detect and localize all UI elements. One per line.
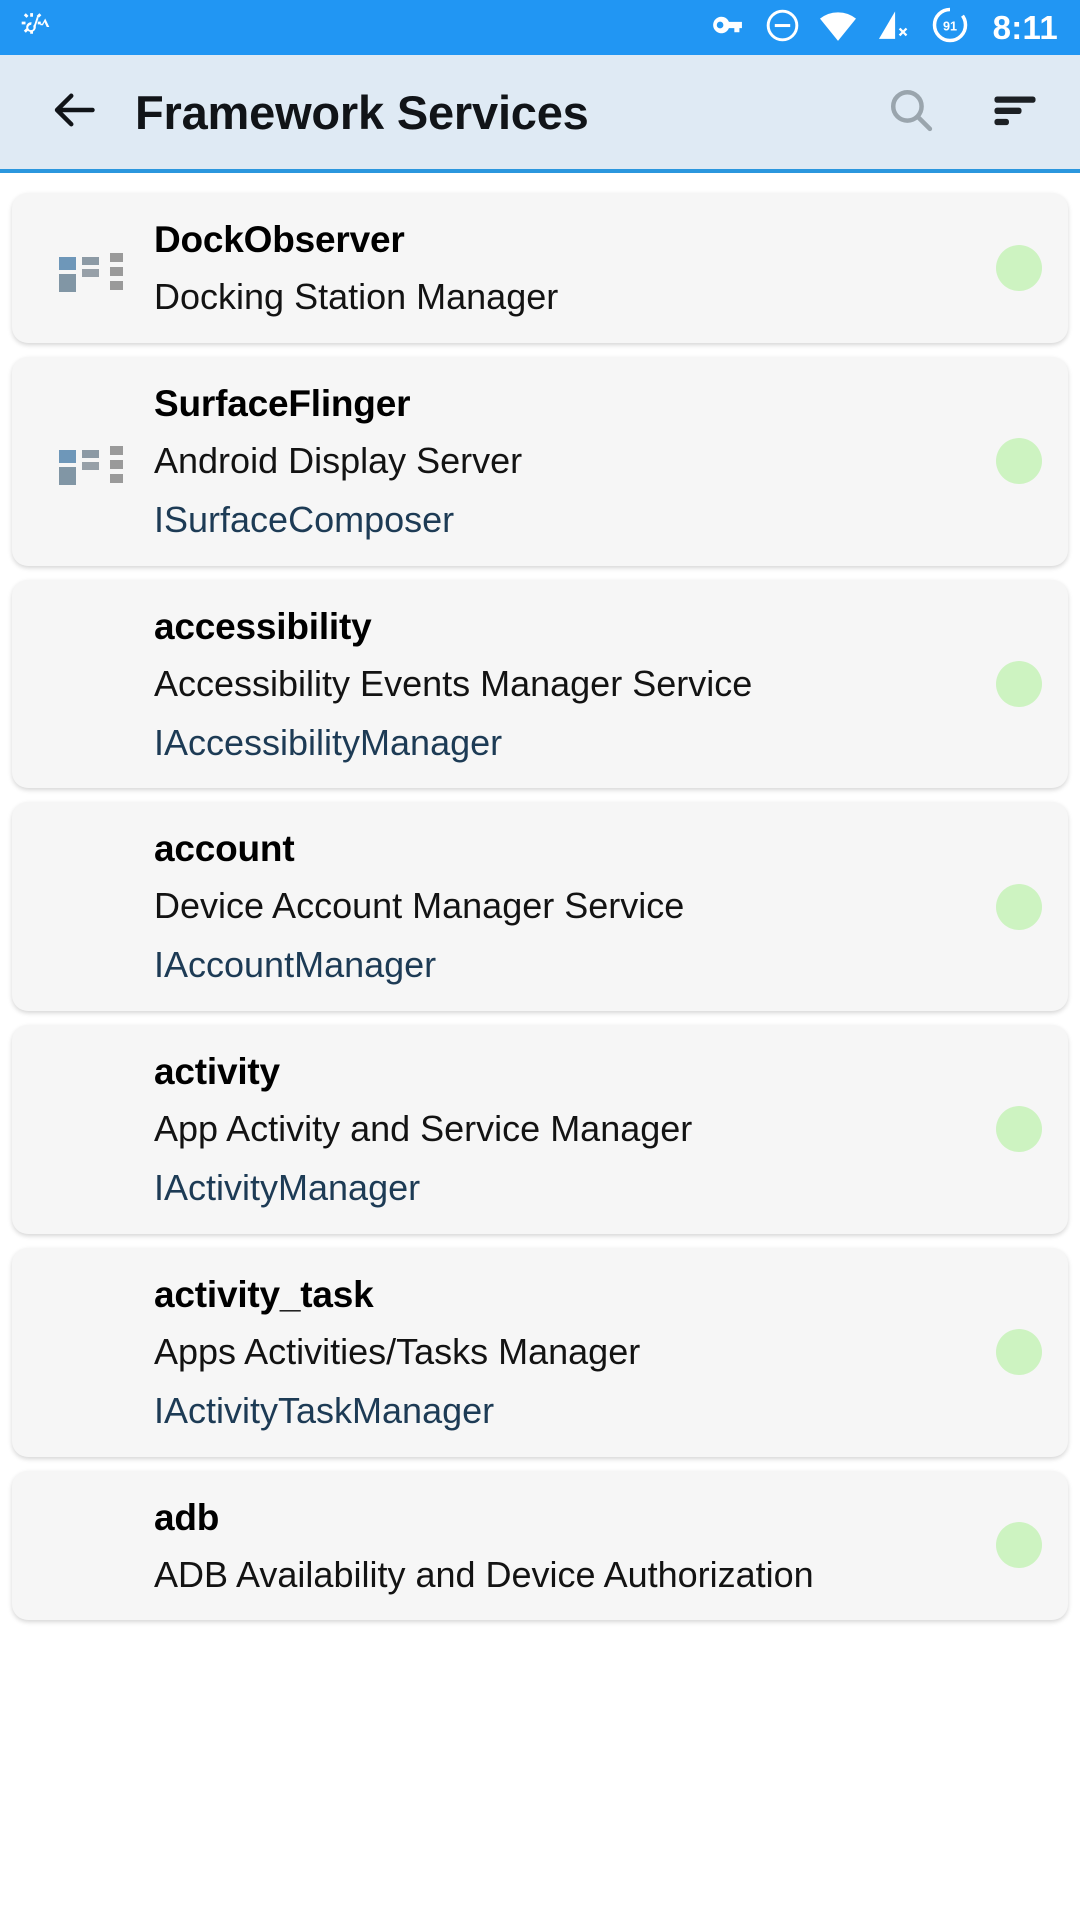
status-badge bbox=[996, 1329, 1042, 1376]
dock-window-icon bbox=[42, 423, 123, 499]
android-robot-icon bbox=[42, 638, 126, 730]
service-text: adb ADB Availability and Device Authoriza… bbox=[154, 1493, 978, 1599]
search-button[interactable] bbox=[880, 81, 942, 143]
do-not-disturb-icon bbox=[764, 7, 801, 49]
back-arrow-icon bbox=[47, 82, 103, 143]
app-bar: Framework Services bbox=[0, 55, 1080, 173]
service-description: Apps Activities/Tasks Manager bbox=[154, 1330, 641, 1372]
service-description: Android Display Server bbox=[154, 440, 523, 482]
status-bar-left bbox=[18, 8, 52, 47]
service-text: DockObserver Docking Station Manager bbox=[154, 215, 978, 321]
service-card[interactable]: accessibility Accessibility Events Manage… bbox=[12, 579, 1068, 789]
status-badge bbox=[996, 244, 1042, 291]
android-robot-icon bbox=[42, 1499, 126, 1591]
service-name: DockObserver bbox=[154, 219, 405, 260]
service-description: App Activity and Service Manager bbox=[154, 1108, 693, 1150]
service-interface[interactable]: ISurfaceComposer bbox=[154, 497, 978, 544]
service-interface[interactable]: IActivityManager bbox=[154, 1165, 978, 1212]
service-name: activity_task bbox=[154, 1273, 374, 1315]
service-text: SurfaceFlinger Android Display Server ISur… bbox=[154, 379, 978, 544]
battery-icon: 91 bbox=[930, 5, 970, 50]
sort-button[interactable] bbox=[984, 81, 1046, 143]
status-badge bbox=[996, 1106, 1042, 1153]
service-name: accessibility bbox=[154, 605, 372, 647]
status-badge bbox=[996, 883, 1042, 930]
page-title: Framework Services bbox=[135, 85, 589, 139]
cellular-off-icon bbox=[875, 6, 913, 49]
status-badge bbox=[996, 438, 1042, 485]
service-description: Accessibility Events Manager Service bbox=[154, 662, 753, 704]
service-card[interactable]: SurfaceFlinger Android Display Server ISur… bbox=[12, 356, 1068, 566]
service-name: adb bbox=[154, 1496, 220, 1538]
back-button[interactable] bbox=[40, 77, 110, 147]
vpn-key-icon bbox=[709, 6, 747, 49]
service-interface[interactable]: IAccountManager bbox=[154, 942, 978, 989]
android-robot-icon bbox=[42, 1083, 126, 1175]
status-bar: 91 8:11 bbox=[0, 0, 1080, 55]
svg-text:91: 91 bbox=[943, 19, 957, 33]
service-card[interactable]: activity App Activity and Service Manager… bbox=[12, 1025, 1068, 1234]
service-text: accessibility Accessibility Events Manage… bbox=[154, 602, 978, 767]
android-robot-icon bbox=[42, 1306, 126, 1398]
status-badge bbox=[996, 1522, 1042, 1569]
service-card[interactable]: account Device Account Manager Service IAc… bbox=[12, 802, 1068, 1012]
service-text: activity App Activity and Service Manager… bbox=[154, 1047, 978, 1212]
status-bar-clock: 8:11 bbox=[992, 9, 1058, 46]
service-name: activity bbox=[154, 1051, 280, 1093]
service-card[interactable]: activity_task Apps Activities/Tasks Manag… bbox=[12, 1247, 1068, 1457]
service-interface[interactable]: IAccessibilityManager bbox=[154, 720, 978, 767]
android-robot-icon bbox=[44, 641, 124, 729]
status-bar-right: 91 8:11 bbox=[709, 5, 1058, 50]
service-name: account bbox=[154, 828, 295, 870]
android-robot-icon bbox=[42, 861, 126, 953]
service-description: ADB Availability and Device Authorizatio… bbox=[154, 1553, 814, 1595]
dock-window-icon bbox=[42, 222, 126, 314]
search-icon bbox=[884, 83, 938, 142]
app-bar-actions bbox=[880, 81, 1046, 143]
service-list[interactable]: DockObserver Docking Station Manager Surf… bbox=[0, 173, 1080, 1920]
android-robot-icon bbox=[44, 1503, 124, 1591]
wifi-icon bbox=[818, 5, 858, 50]
settings-activity-icon bbox=[18, 8, 52, 47]
dock-window-icon bbox=[42, 230, 123, 306]
service-card[interactable]: adb ADB Availability and Device Authoriza… bbox=[12, 1470, 1068, 1621]
dock-window-icon bbox=[42, 415, 126, 507]
service-interface[interactable]: IActivityTaskManager bbox=[154, 1388, 978, 1435]
sort-icon bbox=[987, 82, 1043, 143]
service-card[interactable]: DockObserver Docking Station Manager bbox=[12, 193, 1068, 343]
service-text: account Device Account Manager Service IAc… bbox=[154, 824, 978, 989]
service-description: Docking Station Manager bbox=[154, 276, 559, 318]
service-text: activity_task Apps Activities/Tasks Manag… bbox=[154, 1270, 978, 1435]
service-description: Device Account Manager Service bbox=[154, 885, 685, 927]
service-name: SurfaceFlinger bbox=[154, 382, 411, 424]
android-robot-icon bbox=[44, 1309, 124, 1398]
android-robot-icon bbox=[44, 1087, 124, 1175]
android-robot-icon bbox=[44, 864, 124, 952]
status-badge bbox=[996, 661, 1042, 707]
